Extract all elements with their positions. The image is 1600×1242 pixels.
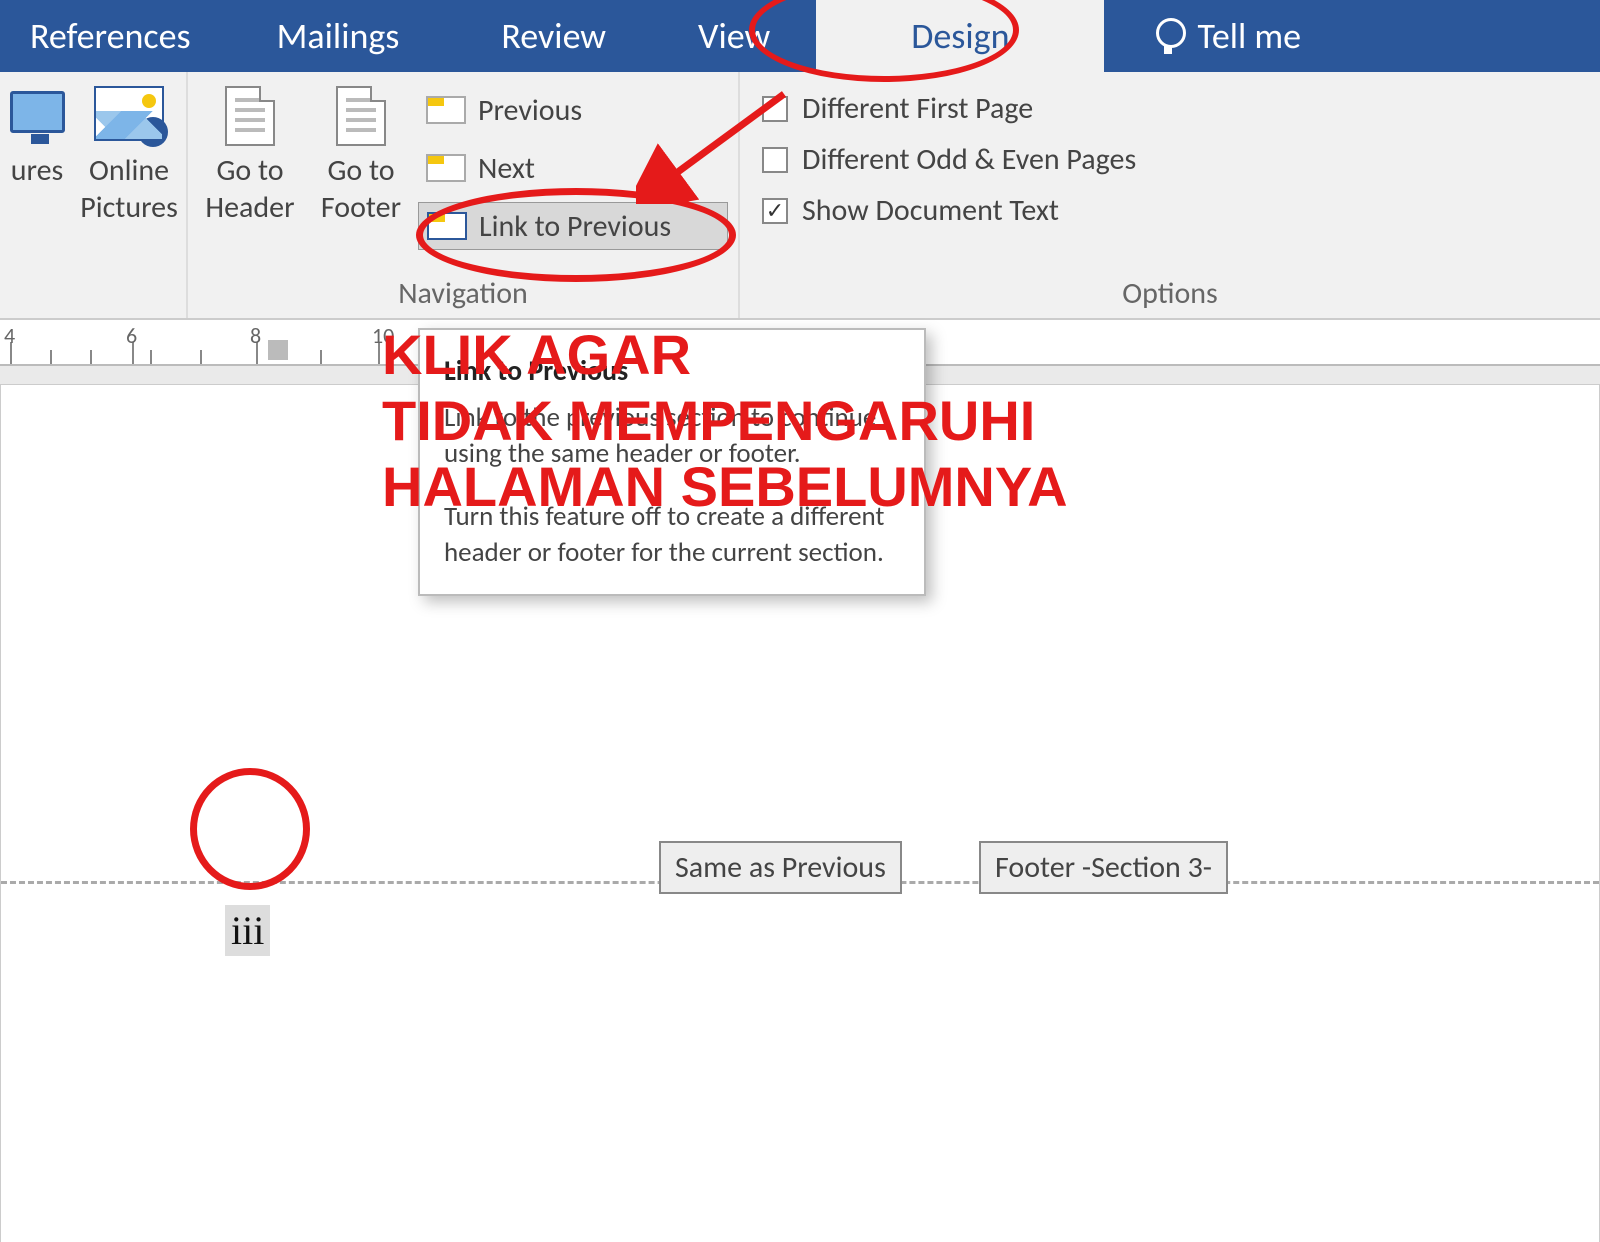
checkbox-checked-icon: ✓ <box>762 198 788 224</box>
next-label: Next <box>478 150 535 187</box>
different-odd-even-label: Different Odd & Even Pages <box>802 141 1136 178</box>
different-first-page-label: Different First Page <box>802 90 1033 127</box>
show-document-text-checkbox[interactable]: ✓ Show Document Text <box>762 192 1582 229</box>
tab-design[interactable]: Design <box>816 0 1104 72</box>
lightbulb-icon <box>1154 18 1182 54</box>
goto-footer-label: Go to Footer <box>321 152 401 226</box>
page-number-field[interactable]: iii <box>225 905 270 956</box>
link-to-previous-label: Link to Previous <box>479 208 671 245</box>
next-icon <box>426 154 466 182</box>
ribbon-group-options: Different First Page Different Odd & Eve… <box>740 72 1600 318</box>
checkbox-icon <box>762 96 788 122</box>
goto-header-button[interactable]: Go to Header <box>196 80 304 275</box>
ribbon-group-insert: ures Online Pictures <box>0 72 188 318</box>
same-as-previous-tag: Same as Previous <box>659 841 902 894</box>
ribbon-group-navigation: Go to Header Go to Footer Previous Next … <box>188 72 740 318</box>
tab-view[interactable]: View <box>652 0 816 72</box>
link-to-previous-icon <box>427 212 467 240</box>
ribbon-tabbar: References Mailings Review View Design T… <box>0 0 1600 72</box>
pictures-button[interactable]: ures <box>3 80 71 314</box>
footer-section-tag: Footer -Section 3- <box>979 841 1228 894</box>
link-to-previous-button[interactable]: Link to Previous <box>418 202 728 250</box>
navigation-group-label: Navigation <box>398 275 528 314</box>
online-pictures-button[interactable]: Online Pictures <box>75 80 183 314</box>
ribbon: ures Online Pictures Go to Header Go to … <box>0 72 1600 320</box>
header-icon <box>225 86 275 146</box>
different-odd-even-checkbox[interactable]: Different Odd & Even Pages <box>762 141 1582 178</box>
previous-button[interactable]: Previous <box>418 86 728 134</box>
show-document-text-label: Show Document Text <box>802 192 1059 229</box>
tab-mailings[interactable]: Mailings <box>221 0 456 72</box>
annotation-text: KLIK AGAR TIDAK MEMPENGARUHI HALAMAN SEB… <box>382 322 1068 520</box>
options-group-label: Options <box>1122 275 1218 314</box>
different-first-page-checkbox[interactable]: Different First Page <box>762 90 1582 127</box>
pictures-icon <box>10 91 65 133</box>
tab-references[interactable]: References <box>0 0 221 72</box>
previous-label: Previous <box>478 92 582 129</box>
online-pictures-icon <box>94 86 164 141</box>
tell-me-search[interactable]: Tell me <box>1104 0 1600 72</box>
footer-icon <box>336 86 386 146</box>
goto-header-label: Go to Header <box>205 152 294 226</box>
next-button[interactable]: Next <box>418 144 728 192</box>
checkbox-icon <box>762 147 788 173</box>
online-pictures-label: Online Pictures <box>80 152 178 226</box>
goto-footer-button[interactable]: Go to Footer <box>308 80 414 275</box>
previous-icon <box>426 96 466 124</box>
indent-marker[interactable] <box>268 340 288 360</box>
tab-review[interactable]: Review <box>455 0 652 72</box>
pictures-label: ures <box>11 152 64 189</box>
